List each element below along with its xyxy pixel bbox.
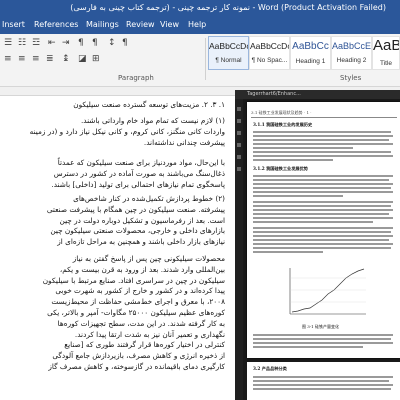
- text-line: [253, 338, 391, 340]
- rtl-icon[interactable]: ¶: [92, 38, 98, 48]
- pdf-viewer-window[interactable]: Tagerrhart6/Enhanc... 3.1 硅铁工业发展现状及趋势 · …: [235, 90, 400, 400]
- text-line: [253, 380, 389, 382]
- paragraph-2: با این‌حال، مواد موردنیاز برای صنعت سیلی…: [51, 158, 225, 189]
- text-line: [253, 135, 393, 137]
- text-line: [253, 139, 389, 141]
- viewer-sidebar: [235, 99, 243, 400]
- text-line: [253, 151, 391, 153]
- text-line: [253, 209, 393, 211]
- text-line: [253, 205, 391, 207]
- styles-group-label: Styles: [340, 74, 362, 82]
- pen-tool-icon[interactable]: [237, 167, 241, 171]
- ribbon-tabs: Insert References Mailings Review View H…: [0, 16, 400, 34]
- viewer-toolbar: Tagerrhart6/Enhanc...: [235, 90, 400, 99]
- text-line: [253, 183, 393, 185]
- style-no-spacing[interactable]: AaBbCcDc ¶ No Spac...: [249, 36, 290, 70]
- text-line: [253, 201, 393, 203]
- pdf-section-1: 3.1.1 我国硅铁工业的发展历史: [253, 122, 313, 127]
- tab-help[interactable]: Help: [188, 16, 206, 34]
- pdf-page-next: 3.2 产品品种分类: [247, 362, 400, 400]
- style-heading-2[interactable]: AaBbCcE Heading 2: [331, 36, 372, 70]
- multilevel-list-icon[interactable]: ☲: [32, 38, 40, 48]
- text-line: [253, 175, 393, 177]
- text-line: [253, 342, 393, 344]
- text-line: [253, 376, 393, 378]
- text-line: [253, 346, 363, 348]
- pointer-tool-icon[interactable]: [237, 107, 241, 111]
- text-line: [253, 231, 391, 233]
- paragraph-4: محصولات سیلیکونی چین پس از پاسخ گفتن به …: [42, 254, 225, 371]
- text-line: [253, 217, 393, 219]
- text-line: [253, 243, 393, 245]
- text-line: [253, 143, 393, 145]
- paragraph-1: (۱) لازم نیست که تمام مواد خام وارداتی ب…: [29, 116, 225, 147]
- bullets-icon[interactable]: ☰: [4, 38, 12, 48]
- text-line: [253, 195, 343, 197]
- zoom-tool-icon[interactable]: [237, 131, 241, 135]
- text-line: [253, 334, 393, 336]
- text-line: [253, 159, 333, 161]
- style-heading-1[interactable]: AaBbCc Heading 1: [290, 36, 331, 70]
- align-left-icon[interactable]: ≡: [4, 54, 12, 64]
- text-line: [253, 388, 391, 390]
- silicon-output-chart: [289, 268, 366, 315]
- line-spacing-icon[interactable]: ↨: [62, 54, 70, 64]
- borders-icon[interactable]: ⊞: [92, 54, 100, 64]
- pdf-section-3: 3.2 产品品种分类: [253, 366, 287, 371]
- paragraph-3: (۲) خطوط پردازش تکمیل‌شده در کنار شاخص‌ه…: [46, 194, 225, 247]
- align-center-icon[interactable]: ≡: [18, 54, 26, 64]
- text-line: [253, 239, 389, 241]
- pdf-page: 3.1 硅铁工业发展现状及趋势 · 1 · 3.1.1 我国硅铁工业的发展历史 …: [247, 102, 400, 358]
- document-page[interactable]: ۱. ۳. ۲. مزیت‌های توسعه گسترده صنعت سیلی…: [0, 96, 235, 400]
- bookmark-icon[interactable]: [237, 143, 241, 147]
- text-line: [253, 213, 389, 215]
- text-line: [253, 221, 373, 223]
- text-line: [253, 384, 393, 386]
- justify-icon[interactable]: ≣: [46, 54, 54, 64]
- paragraph-group-label: Paragraph: [118, 74, 154, 82]
- title-bar: نمونه کار ترجمه چینی - (ترجمه کتاب چینی …: [0, 0, 400, 16]
- tab-references[interactable]: References: [34, 16, 78, 34]
- style-normal[interactable]: AaBbCcDc ¶ Normal: [208, 36, 249, 70]
- text-line: [253, 131, 391, 133]
- section-heading: ۱. ۳. ۲. مزیت‌های توسعه گسترده صنعت سیلی…: [73, 100, 225, 109]
- ltr-icon[interactable]: ¶: [78, 38, 84, 48]
- show-marks-icon[interactable]: ¶: [122, 38, 128, 48]
- ribbon: ☰ ☷ ☲ ⇤ ⇥ ¶ ¶ ↕ ¶ ≡ ≡ ≡ ≣ ↨ ◪ ⊞ Paragrap…: [0, 34, 400, 87]
- numbering-icon[interactable]: ☷: [18, 38, 26, 48]
- pdf-section-2: 3.1.2 我国硅铁工业发展优势: [253, 166, 308, 171]
- tab-review[interactable]: Review: [126, 16, 155, 34]
- tab-insert[interactable]: Insert: [2, 16, 25, 34]
- text-line: [253, 179, 389, 181]
- shading-icon[interactable]: ◪: [78, 54, 87, 64]
- increase-indent-icon[interactable]: ⇥: [62, 38, 70, 48]
- align-right-icon[interactable]: ≡: [32, 54, 40, 64]
- window-title: نمونه کار ترجمه چینی - (ترجمه کتاب چینی …: [70, 3, 386, 12]
- search-icon[interactable]: [237, 155, 241, 159]
- text-line: [253, 155, 393, 157]
- text-line: [253, 191, 393, 193]
- text-line: [253, 235, 393, 237]
- viewer-tab[interactable]: Tagerrhart6/Enhanc...: [247, 91, 301, 97]
- text-line: [253, 247, 391, 249]
- text-line: [253, 227, 393, 229]
- hand-tool-icon[interactable]: [237, 119, 241, 123]
- group-divider: [205, 38, 206, 80]
- tab-mailings[interactable]: Mailings: [86, 16, 119, 34]
- text-line: [253, 187, 391, 189]
- decrease-indent-icon[interactable]: ⇤: [48, 38, 56, 48]
- style-title[interactable]: AaB Title: [372, 36, 400, 70]
- text-line: [253, 251, 323, 253]
- tab-view[interactable]: View: [160, 16, 179, 34]
- text-line: [253, 147, 353, 149]
- figure-caption: 图 3-1 硅铁产量变化: [302, 324, 339, 329]
- sort-icon[interactable]: ↕: [108, 38, 116, 48]
- page-header: 3.1 硅铁工业发展现状及趋势 · 1 ·: [251, 110, 397, 118]
